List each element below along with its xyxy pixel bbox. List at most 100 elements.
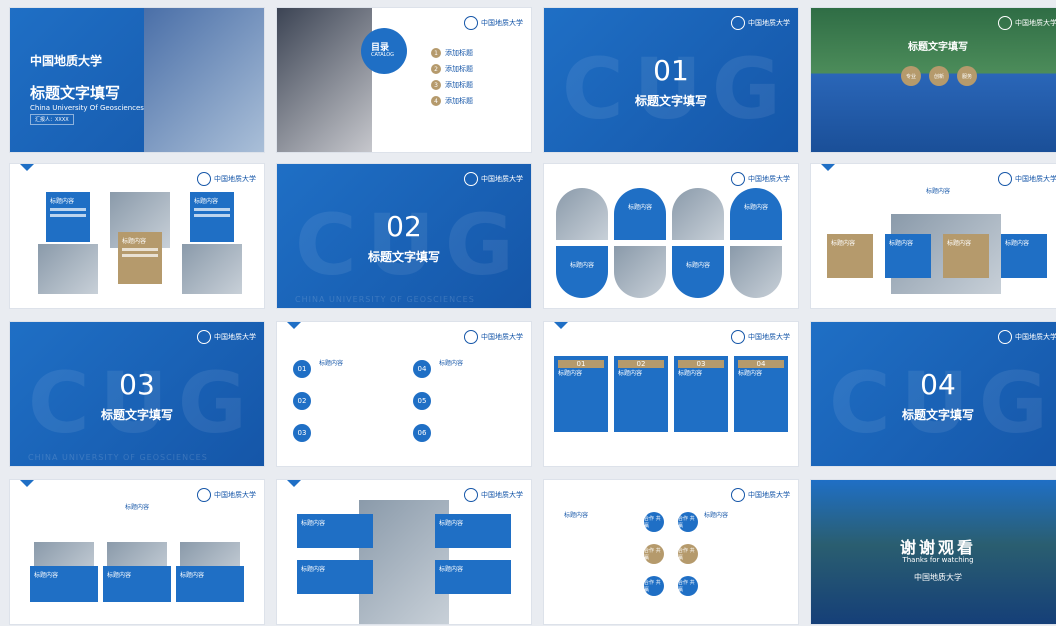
slide-section-03[interactable]: CUG CHINA UNIVERSITY OF GEOSCIENCES 中国地质… — [10, 322, 264, 466]
seal-icon — [464, 488, 478, 502]
photo-card: 标题内容 — [297, 514, 373, 548]
corner-mark — [821, 164, 835, 171]
content-card: 标题内容 — [46, 192, 90, 242]
toc-title-en: CATALOG — [371, 52, 395, 58]
seal-icon — [998, 16, 1012, 30]
corner-mark — [20, 164, 34, 171]
content-pill: 标题内容 — [672, 246, 724, 298]
watermark-sub: CHINA UNIVERSITY OF GEOSCIENCES — [28, 453, 208, 462]
seal-icon — [731, 330, 745, 344]
slide-section-01[interactable]: CUG 中国地质大学 01 标题文字填写 — [544, 8, 798, 152]
number-badge: 06 — [413, 424, 431, 442]
number-badge: 03 — [293, 424, 311, 442]
toc-item[interactable]: 2 添加标题 — [431, 64, 521, 74]
corner-mark — [287, 480, 301, 487]
logo: 中国地质大学 — [464, 16, 523, 30]
numbered-card: 03 标题内容 — [674, 356, 728, 432]
content-pill: 标题内容 — [614, 188, 666, 240]
seal-icon — [197, 488, 211, 502]
seal-icon — [197, 172, 211, 186]
number-badge: 01 — [293, 360, 311, 378]
campus-pills: 专业 创新 服务 — [901, 66, 977, 86]
logo: 中国地质大学 — [197, 488, 256, 502]
watermark-sub: CHINA UNIVERSITY OF GEOSCIENCES — [295, 295, 475, 304]
logo: 中国地质大学 — [998, 330, 1056, 344]
photo-card: 标题内容 — [297, 560, 373, 594]
slide-numbered-list[interactable]: 中国地质大学 01 02 03 04 05 06 标题内容 标题内容 — [277, 322, 531, 466]
slide-content-a[interactable]: 中国地质大学 标题内容 标题内容 标题内容 — [10, 164, 264, 308]
slide-cover[interactable]: 中国地质大学 标题文字填写 China University Of Geosci… — [10, 8, 264, 152]
seal-icon — [464, 172, 478, 186]
circle-badge: 合作 共赢 — [678, 576, 698, 596]
gallery-card: 标题内容 — [103, 566, 171, 602]
circle-badge: 合作 共赢 — [678, 544, 698, 564]
content-heading: 标题内容 — [925, 188, 950, 195]
slide-circles[interactable]: 中国地质大学 合作 共赢 合作 共赢 合作 共赢 合作 共赢 合作 共赢 合作 … — [544, 480, 798, 624]
seal-icon — [731, 16, 745, 30]
slide-content-c[interactable]: 中国地质大学 标题内容 标题内容 标题内容 标题内容 标题内容 — [811, 164, 1056, 308]
slide-content-b[interactable]: 中国地质大学 标题内容 标题内容 标题内容 标题内容 — [544, 164, 798, 308]
content-photo — [182, 244, 242, 294]
slide-section-04[interactable]: CUG 中国地质大学 04 标题文字填写 — [811, 322, 1056, 466]
content-photo — [38, 244, 98, 294]
content-pill: 标题内容 — [556, 246, 608, 298]
thanks-title: 谢谢观看 — [899, 538, 976, 557]
number-badge: 04 — [413, 360, 431, 378]
section-number: 01 — [653, 54, 689, 87]
content-card: 标题内容 — [827, 234, 873, 278]
section-title: 标题文字填写 — [100, 408, 173, 422]
logo: 中国地质大学 — [998, 16, 1056, 30]
seal-icon — [464, 16, 478, 30]
cover-tag: 汇报人：XXXX — [30, 114, 74, 125]
photo-card: 标题内容 — [435, 514, 511, 548]
gallery-card: 标题内容 — [30, 566, 98, 602]
corner-mark — [287, 322, 301, 329]
cover-title: 标题文字填写 — [30, 84, 121, 102]
circle-label: 标题内容 — [564, 512, 589, 519]
slide-gallery[interactable]: 中国地质大学 标题内容 标题内容 标题内容 标题内容 — [10, 480, 264, 624]
toc-item[interactable]: 4 添加标题 — [431, 96, 521, 106]
number-badge: 02 — [293, 392, 311, 410]
toc-item[interactable]: 1 添加标题 — [431, 48, 521, 58]
corner-mark — [20, 480, 34, 487]
logo: 中国地质大学 — [464, 488, 523, 502]
slide-toc[interactable]: 目录 CATALOG 中国地质大学 1 添加标题 2 添加标题 3 添加标题 4 添加标… — [277, 8, 531, 152]
section-number: 03 — [119, 368, 155, 401]
section-number: 04 — [920, 368, 956, 401]
seal-icon — [998, 172, 1012, 186]
circle-label: 标题内容 — [704, 512, 729, 519]
cover-photo — [144, 8, 264, 152]
slide-campus[interactable]: 中国地质大学 标题文字填写 专业 创新 服务 — [811, 8, 1056, 152]
content-card: 标题内容 — [118, 232, 162, 284]
list-text: 标题内容 — [439, 360, 464, 367]
numbered-card: 04 标题内容 — [734, 356, 788, 432]
content-card: 标题内容 — [943, 234, 989, 278]
logo: 中国地质大学 — [731, 488, 790, 502]
slide-photo-cards[interactable]: 中国地质大学 标题内容 标题内容 标题内容 标题内容 — [277, 480, 531, 624]
thanks-logo: 中国地质大学 — [914, 573, 962, 582]
toc-list: 1 添加标题 2 添加标题 3 添加标题 4 添加标题 — [431, 42, 521, 112]
campus-title: 标题文字填写 — [908, 42, 968, 53]
logo: 中国地质大学 — [998, 172, 1056, 186]
slide-section-02[interactable]: CUG CHINA UNIVERSITY OF GEOSCIENCES 中国地质… — [277, 164, 531, 308]
toc-photo — [277, 8, 372, 152]
circle-badge: 合作 共赢 — [644, 544, 664, 564]
section-title: 标题文字填写 — [634, 94, 707, 108]
list-text: 标题内容 — [319, 360, 344, 367]
cover-logo: 中国地质大学 — [30, 54, 103, 68]
seal-icon — [731, 488, 745, 502]
logo: 中国地质大学 — [731, 172, 790, 186]
slide-grid: 中国地质大学 标题文字填写 China University Of Geosci… — [0, 0, 1056, 626]
toc-item[interactable]: 3 添加标题 — [431, 80, 521, 90]
circle-badge: 合作 共赢 — [644, 576, 664, 596]
logo: 中国地质大学 — [197, 172, 256, 186]
content-pill: 标题内容 — [730, 188, 782, 240]
logo: 中国地质大学 — [731, 330, 790, 344]
slide-numbered-cards[interactable]: 中国地质大学 01 标题内容 02 标题内容 03 标题内容 04 标题内容 — [544, 322, 798, 466]
logo: 中国地质大学 — [731, 16, 790, 30]
seal-icon — [731, 172, 745, 186]
circle-badge: 合作 共赢 — [678, 512, 698, 532]
slide-thanks[interactable]: 谢谢观看 Thanks for watching 中国地质大学 — [811, 480, 1056, 624]
content-photo — [730, 246, 782, 298]
circle-badge: 合作 共赢 — [644, 512, 664, 532]
